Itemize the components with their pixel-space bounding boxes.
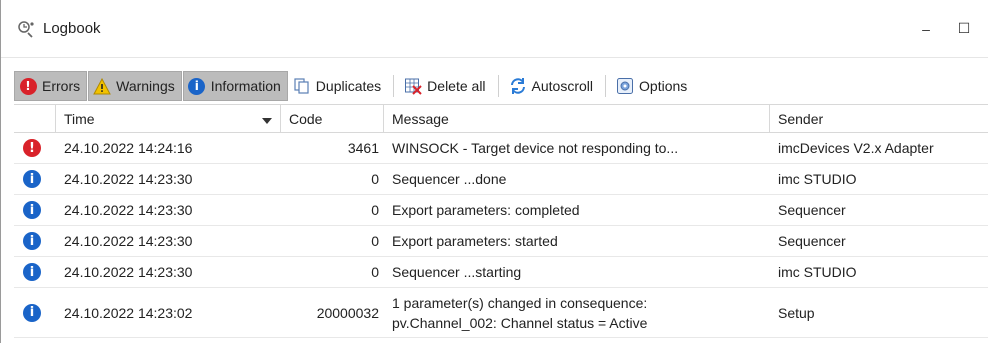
message-cell: Sequencer ...done xyxy=(392,171,507,187)
time-cell: 24.10.2022 14:23:30 xyxy=(64,202,193,218)
table-header: Time Code Message Sender xyxy=(14,104,988,133)
code-cell: 20000032 xyxy=(316,304,379,321)
sender-cell: Sequencer xyxy=(778,233,846,249)
logbook-icon xyxy=(15,18,37,40)
message-cell: Export parameters: completed xyxy=(392,202,580,218)
time-cell: 24.10.2022 14:23:30 xyxy=(64,233,193,249)
window-title: Logbook xyxy=(43,20,101,37)
errors-filter-toggle[interactable]: ! Errors xyxy=(14,71,88,101)
toolbar-separator xyxy=(605,75,607,97)
sender-column-header[interactable]: Sender xyxy=(770,105,988,132)
message-cell: Export parameters: started xyxy=(392,233,558,249)
time-header-label: Time xyxy=(64,110,95,127)
log-table: Time Code Message Sender ! 24.10.2022 14… xyxy=(14,104,988,338)
minimize-button[interactable]: – xyxy=(912,15,940,43)
table-row[interactable]: i 24.10.2022 14:23:30 0 Sequencer ...sta… xyxy=(14,257,988,288)
error-icon: ! xyxy=(19,77,37,95)
logbook-window: Logbook – ☐ ! Errors Warnings i Informat… xyxy=(0,0,988,343)
autoscroll-button[interactable]: Autoscroll xyxy=(505,71,599,101)
duplicates-label: Duplicates xyxy=(315,78,382,94)
duplicates-button[interactable]: Duplicates xyxy=(289,71,387,101)
info-icon: i xyxy=(23,232,41,250)
message-header-label: Message xyxy=(392,110,449,127)
time-cell: 24.10.2022 14:23:02 xyxy=(64,304,193,321)
delete-all-label: Delete all xyxy=(427,78,486,94)
table-row[interactable]: i 24.10.2022 14:23:30 0 Export parameter… xyxy=(14,226,988,257)
information-label: Information xyxy=(210,78,281,94)
sender-cell: Sequencer xyxy=(778,202,846,218)
code-cell: 0 xyxy=(371,264,379,280)
sender-cell: Setup xyxy=(778,304,815,321)
warnings-filter-toggle[interactable]: Warnings xyxy=(88,71,182,101)
message-line: pv.Channel_002: Channel status = Active xyxy=(392,314,648,331)
delete-all-button[interactable]: Delete all xyxy=(400,71,491,101)
time-cell: 24.10.2022 14:24:16 xyxy=(64,140,193,156)
message-cell: 1 parameter(s) changed in consequence: p… xyxy=(384,288,770,337)
code-column-header[interactable]: Code xyxy=(281,105,384,132)
code-cell: 0 xyxy=(371,171,379,187)
options-label: Options xyxy=(639,78,688,94)
title-bar: Logbook – ☐ xyxy=(1,0,988,58)
autoscroll-label: Autoscroll xyxy=(531,78,594,94)
sender-cell: imc STUDIO xyxy=(778,171,857,187)
table-row[interactable]: i 24.10.2022 14:23:30 0 Export parameter… xyxy=(14,195,988,226)
sender-header-label: Sender xyxy=(778,110,824,127)
code-cell: 0 xyxy=(371,202,379,218)
info-icon: i xyxy=(188,77,206,95)
delete-all-icon xyxy=(404,77,422,95)
options-icon xyxy=(616,77,634,95)
time-cell: 24.10.2022 14:23:30 xyxy=(64,171,193,187)
toolbar: ! Errors Warnings i Information Duplicat… xyxy=(14,70,988,102)
duplicates-icon xyxy=(293,77,311,95)
table-row[interactable]: i 24.10.2022 14:23:02 20000032 1 paramet… xyxy=(14,288,988,338)
toolbar-separator xyxy=(497,75,499,97)
warning-icon xyxy=(93,77,111,95)
sender-cell: imcDevices V2.x Adapter xyxy=(778,140,934,156)
toolbar-separator xyxy=(393,75,395,97)
autoscroll-icon xyxy=(509,77,527,95)
info-icon: i xyxy=(23,201,41,219)
table-row[interactable]: i 24.10.2022 14:23:30 0 Sequencer ...don… xyxy=(14,164,988,195)
message-cell: Sequencer ...starting xyxy=(392,264,522,280)
table-row[interactable]: ! 24.10.2022 14:24:16 3461 WINSOCK - Tar… xyxy=(14,133,988,164)
code-cell: 0 xyxy=(371,233,379,249)
message-cell: WINSOCK - Target device not responding t… xyxy=(392,140,679,156)
info-icon: i xyxy=(23,170,41,188)
code-header-label: Code xyxy=(289,110,323,127)
code-cell: 3461 xyxy=(347,140,379,156)
maximize-button[interactable]: ☐ xyxy=(950,15,978,43)
level-column-header[interactable] xyxy=(14,105,56,132)
message-line: 1 parameter(s) changed in consequence: xyxy=(392,294,648,311)
sort-down-icon xyxy=(262,111,272,127)
errors-label: Errors xyxy=(42,78,81,94)
info-icon: i xyxy=(23,263,41,281)
time-column-header[interactable]: Time xyxy=(56,105,281,132)
time-cell: 24.10.2022 14:23:30 xyxy=(64,264,193,280)
error-icon: ! xyxy=(23,139,41,157)
warnings-label: Warnings xyxy=(116,78,175,94)
options-button[interactable]: Options xyxy=(612,71,693,101)
sender-cell: imc STUDIO xyxy=(778,264,857,280)
info-icon: i xyxy=(23,303,41,322)
message-column-header[interactable]: Message xyxy=(384,105,770,132)
information-filter-toggle[interactable]: i Information xyxy=(182,71,288,101)
